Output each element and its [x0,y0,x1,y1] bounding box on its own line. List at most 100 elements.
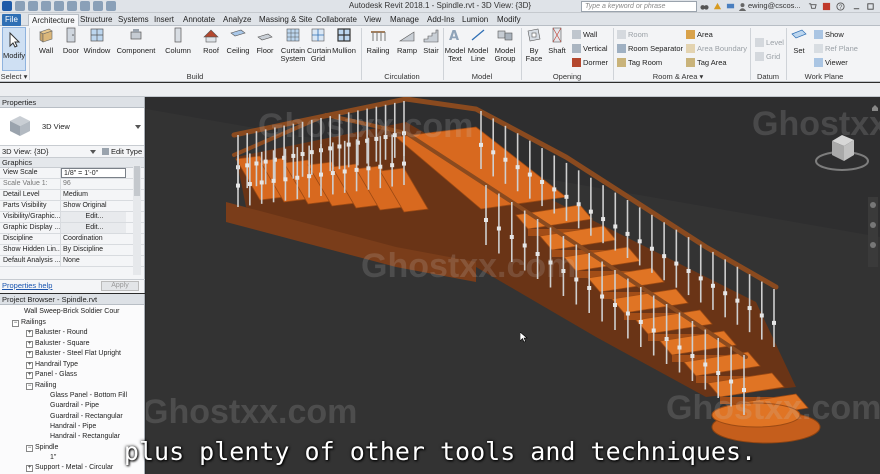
ceiling-button[interactable]: Ceiling [225,26,251,55]
properties-scrollbar[interactable] [133,165,141,275]
graphics-category[interactable]: Graphics [0,158,144,168]
shaft-button[interactable]: Shaft [546,26,568,55]
wall-opening-button[interactable]: Wall [572,30,597,39]
area-button[interactable]: Area [686,30,713,39]
exchange-icon[interactable] [822,2,831,11]
tab-file[interactable]: File [2,14,21,26]
expand-icon[interactable]: + [26,330,33,337]
expand-icon[interactable]: + [26,362,33,369]
navigation-bar-icon[interactable] [868,197,878,267]
tree-item[interactable]: Glass Panel - Bottom Fill [50,391,127,401]
scroll-thumb[interactable] [134,166,140,196]
collapse-icon[interactable]: − [26,383,33,390]
graphic-display-edit-button[interactable]: Edit... [61,223,126,233]
discipline-value[interactable]: Coordination [61,234,144,244]
viewer-button[interactable]: Viewer [814,58,848,67]
tree-item[interactable]: + Panel - Glass [26,370,77,380]
mullion-button[interactable]: Mullion [330,26,358,55]
3d-viewport[interactable]: Ghostxx.com Ghostxx.com Ghostxx.com Ghos… [146,97,880,474]
dormer-opening-button[interactable]: Dormer [572,58,608,67]
parts-visibility-value[interactable]: Show Original [61,201,144,211]
railing-button[interactable]: Railing [364,26,392,55]
tab-collaborate[interactable]: Collaborate [313,14,360,26]
component-button[interactable]: Component [115,26,157,55]
tab-manage[interactable]: Manage [387,14,422,26]
tree-item[interactable]: Guardrail - Pipe [50,401,99,411]
tab-massing-site[interactable]: Massing & Site [256,14,315,26]
tab-lumion[interactable]: Lumion [459,14,491,26]
apply-button[interactable]: Apply [101,281,139,291]
area-boundary-button[interactable]: Area Boundary [686,44,747,53]
stair-button[interactable]: Stair [420,26,442,55]
room-area-group-label[interactable]: Room & Area ▾ [614,72,742,81]
tree-item[interactable]: Handrail - Pipe [50,422,96,432]
minimize-icon[interactable] [852,2,861,11]
tree-item[interactable]: Guardrail - Rectangular [50,412,123,422]
expand-icon[interactable]: + [26,341,33,348]
search-input[interactable]: Type a keyword or phrase [581,1,697,12]
dropdown-chevron-icon[interactable] [90,149,96,155]
tree-item[interactable]: + Handrail Type [26,360,78,370]
room-separator-button[interactable]: Room Separator [617,44,683,53]
type-selector[interactable]: 3D View [0,108,144,146]
communication-icon[interactable] [726,2,735,11]
expand-icon[interactable]: + [26,351,33,358]
window-button[interactable]: Window [83,26,111,55]
column-button[interactable]: Column [164,26,192,55]
level-button[interactable]: Level [755,38,784,47]
room-button[interactable]: Room [617,30,648,39]
binoculars-icon[interactable] [700,2,709,11]
wall-button[interactable]: Wall [35,26,57,55]
modify-button[interactable]: Modify [2,27,26,71]
tag-area-button[interactable]: Tag Area [686,58,727,67]
model-group-button[interactable]: Model Group [491,26,519,63]
expand-icon[interactable]: + [26,465,33,472]
view-selector[interactable]: 3D View: {3D} [2,147,49,156]
select-group-label[interactable]: Select ▾ [0,72,28,81]
grid-button[interactable]: Grid [755,52,780,61]
subscription-icon[interactable] [713,2,722,11]
ref-plane-button[interactable]: Ref Plane [814,44,858,53]
tree-item[interactable]: + Baluster - Steel Flat Upright [26,349,121,359]
floor-button[interactable]: Floor [253,26,277,55]
tree-item-railings[interactable]: − Railings [12,318,46,328]
expand-icon[interactable]: + [26,372,33,379]
properties-help-link[interactable]: Properties help [2,281,52,290]
tab-annotate[interactable]: Annotate [180,14,218,26]
tab-structure[interactable]: Structure [77,14,115,26]
tree-item[interactable]: + Baluster - Square [26,339,89,349]
user-name[interactable]: ewing@cscos... [748,1,801,10]
tree-item-railing[interactable]: − Railing [26,381,56,391]
help-icon[interactable]: ? [836,2,845,11]
collapse-icon[interactable]: − [12,320,19,327]
curtain-system-button[interactable]: Curtain System [280,26,306,63]
tab-analyze[interactable]: Analyze [220,14,254,26]
roof-button[interactable]: Roof [199,26,223,55]
tab-architecture[interactable]: Architecture [28,14,79,26]
detail-level-value[interactable]: Medium [61,190,144,200]
door-button[interactable]: Door [60,26,82,55]
tab-insert[interactable]: Insert [151,14,177,26]
vertical-opening-button[interactable]: Vertical [572,44,608,53]
show-hidden-lines-value[interactable]: By Discipline [61,245,144,255]
user-icon[interactable] [738,2,747,11]
cart-icon[interactable] [808,2,817,11]
default-analysis-value[interactable]: None [61,256,144,266]
curtain-grid-button[interactable]: Curtain Grid [307,26,331,63]
ramp-button[interactable]: Ramp [394,26,420,55]
tab-add-ins[interactable]: Add-Ins [424,14,458,26]
tree-item[interactable]: Wall Sweep-Brick Soldier Cour [24,307,119,317]
model-line-button[interactable]: Model Line [467,26,489,63]
show-work-plane-button[interactable]: Show [814,30,844,39]
edit-type-button[interactable]: Edit Type [102,146,142,158]
tab-systems[interactable]: Systems [115,14,152,26]
tree-item[interactable]: + Baluster - Round [26,328,88,338]
visibility-graphics-edit-button[interactable]: Edit... [61,212,126,222]
model-text-button[interactable]: A Model Text [444,26,466,63]
tag-room-button[interactable]: Tag Room [617,58,662,67]
tab-modify[interactable]: Modify [494,14,524,26]
maximize-icon[interactable] [866,2,875,11]
view-scale-value[interactable]: 1/8" = 1'-0" [61,168,126,178]
tab-view[interactable]: View [361,14,384,26]
by-face-button[interactable]: By Face [523,26,545,63]
